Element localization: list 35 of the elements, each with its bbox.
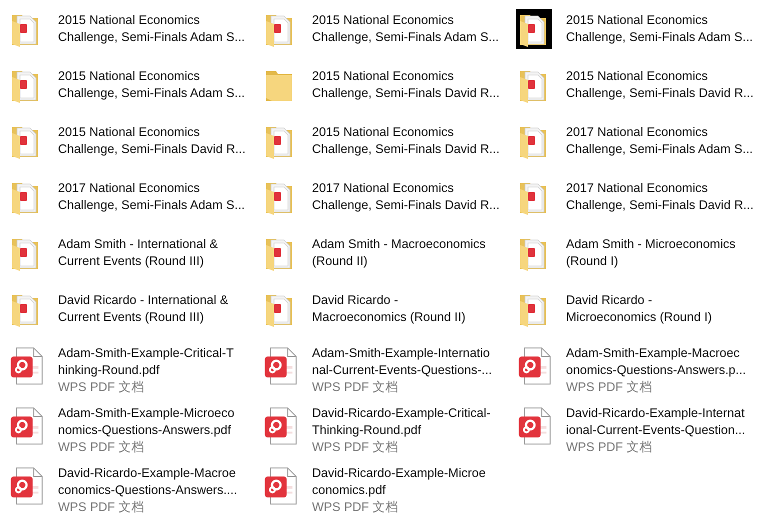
file-type: WPS PDF 文档	[312, 439, 400, 456]
file-name[interactable]: David-Ricardo-Example-Macroe conomics-Questions-Answers....	[58, 465, 238, 499]
file-name[interactable]: David-Ricardo-Example-Critical- Thinking-Round.pdf	[312, 405, 491, 439]
file-name[interactable]: 2015 National Economics Challenge, Semi-Finals David R...	[312, 68, 500, 102]
file-name[interactable]: David Ricardo - Microeconomics (Round I)	[566, 292, 712, 326]
file-name[interactable]: Adam Smith - International & Current Events (Round III)	[58, 236, 218, 270]
file-name[interactable]: 2015 National Economics Challenge, Semi-Finals Adam S...	[58, 68, 245, 102]
file-type: WPS PDF 文档	[312, 499, 400, 516]
file-name[interactable]: Adam-Smith-Example-Macroec onomics-Questions-Answers.p...	[566, 345, 746, 379]
file-name[interactable]: 2015 National Economics Challenge, Semi-Finals Adam S...	[566, 12, 753, 46]
file-name[interactable]: 2015 National Economics Challenge, Semi-Finals Adam S...	[312, 12, 499, 46]
file-name[interactable]: David-Ricardo-Example-Internat ional-Current-Events-Question...	[566, 405, 746, 439]
file-type: WPS PDF 文档	[58, 379, 146, 396]
file-name[interactable]: 2015 National Economics Challenge, Semi-Finals Adam S...	[58, 12, 245, 46]
file-name[interactable]: Adam-Smith-Example-Internatio nal-Current-Events-Questions-...	[312, 345, 492, 379]
file-name[interactable]: 2015 National Economics Challenge, Semi-Finals David R...	[566, 68, 754, 102]
file-name[interactable]: Adam-Smith-Example-Microeco nomics-Questions-Answers.pdf	[58, 405, 234, 439]
folder-icon	[516, 9, 552, 49]
file-name[interactable]: 2015 National Economics Challenge, Semi-Finals David R...	[58, 124, 246, 158]
file-name[interactable]: Adam Smith - Macroeconomics (Round II)	[312, 236, 486, 270]
file-name[interactable]: 2017 National Economics Challenge, Semi-Finals Adam S...	[566, 124, 753, 158]
file-name[interactable]: 2017 National Economics Challenge, Semi-Finals Adam S...	[58, 180, 245, 214]
file-type: WPS PDF 文档	[58, 499, 146, 516]
file-name[interactable]: David Ricardo - International & Current Events (Round III)	[58, 292, 228, 326]
file-name[interactable]: 2017 National Economics Challenge, Semi-Finals David R...	[312, 180, 500, 214]
file-name[interactable]: David-Ricardo-Example-Microe conomics.pdf	[312, 465, 486, 499]
file-name[interactable]: Adam Smith - Microeconomics (Round I)	[566, 236, 736, 270]
file-type: WPS PDF 文档	[312, 379, 400, 396]
file-name[interactable]: 2017 National Economics Challenge, Semi-Finals David R...	[566, 180, 754, 214]
file-name[interactable]: Adam-Smith-Example-Critical-T hinking-Round.pdf	[58, 345, 234, 379]
file-name[interactable]: 2015 National Economics Challenge, Semi-Finals David R...	[312, 124, 500, 158]
file-name[interactable]: David Ricardo - Macroeconomics (Round II)	[312, 292, 466, 326]
file-type: WPS PDF 文档	[566, 379, 654, 396]
file-type: WPS PDF 文档	[566, 439, 654, 456]
file-type: WPS PDF 文档	[58, 439, 146, 456]
